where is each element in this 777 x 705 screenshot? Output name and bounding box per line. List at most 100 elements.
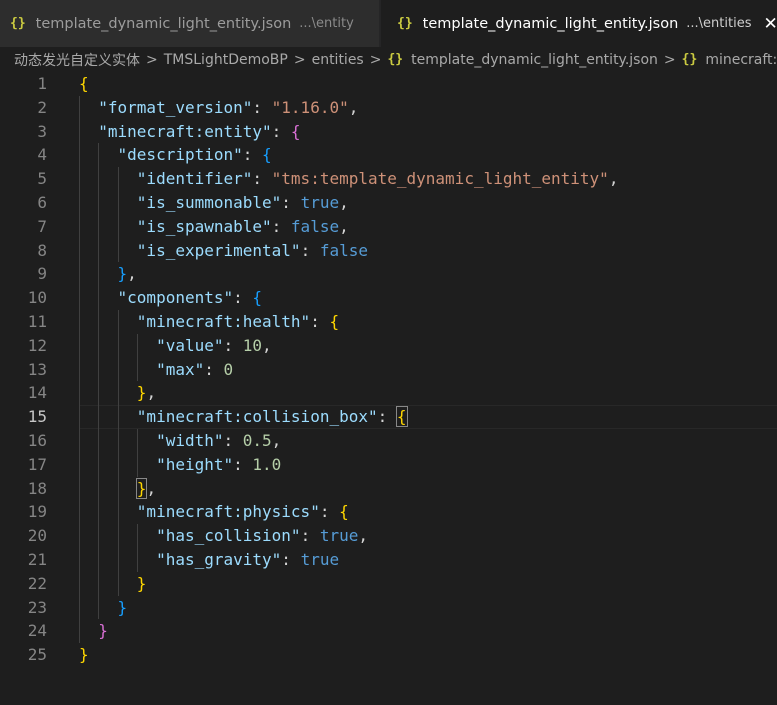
code-token: , xyxy=(146,478,157,498)
code-text: }, xyxy=(79,381,156,405)
line-number: 12 xyxy=(27,335,47,355)
code-token: "format_version" xyxy=(98,97,253,117)
code-line[interactable]: 25} xyxy=(0,643,777,667)
code-token: { xyxy=(290,121,301,141)
breadcrumb-item-symbol[interactable]: minecraft:entity xyxy=(705,52,777,68)
code-line[interactable]: 18 }, xyxy=(0,477,777,501)
code-text: "minecraft:collision_box": { xyxy=(79,405,408,429)
tab-entities-json[interactable]: {} template_dynamic_light_entity.json ..… xyxy=(381,0,777,47)
chevron-right-icon: > xyxy=(369,51,382,68)
tab-description: ...\entity xyxy=(299,16,354,31)
code-line[interactable]: 7 "is_spawnable": false, xyxy=(0,215,777,239)
code-line[interactable]: 14 }, xyxy=(0,381,777,405)
breadcrumb-item-root-folder[interactable]: 动态发光自定义实体 xyxy=(14,50,140,70)
tab-entity-json[interactable]: {} template_dynamic_light_entity.json ..… xyxy=(0,0,380,47)
chevron-right-icon: > xyxy=(146,51,158,68)
code-line[interactable]: 8 "is_experimental": false xyxy=(0,239,777,263)
code-token: "tms:template_dynamic_light_entity" xyxy=(271,169,609,189)
code-token: "components" xyxy=(117,288,234,308)
line-number: 25 xyxy=(27,645,47,665)
code-token: 0 xyxy=(223,359,234,379)
code-token: { xyxy=(395,406,408,428)
code-text: "value": 10, xyxy=(79,334,272,358)
code-token: "is_summonable" xyxy=(136,193,282,212)
line-number: 11 xyxy=(27,312,47,331)
code-line[interactable]: 4 "description": { xyxy=(0,143,777,167)
code-text: { xyxy=(79,72,89,96)
code-line[interactable]: 17 "height": 1.0 xyxy=(0,453,777,477)
json-file-icon: {} xyxy=(397,16,413,31)
code-text: } xyxy=(79,643,89,667)
code-line[interactable]: 16 "width": 0.5, xyxy=(0,429,777,453)
code-line[interactable]: 21 "has_gravity": true xyxy=(0,548,777,572)
code-token: "minecraft:health" xyxy=(136,312,311,331)
code-line[interactable]: 5 "identifier": "tms:template_dynamic_li… xyxy=(0,167,777,191)
close-icon[interactable]: ✕ xyxy=(763,14,777,34)
code-token: true xyxy=(300,550,340,569)
code-line[interactable]: 15 "minecraft:collision_box": { xyxy=(0,405,777,429)
code-token: true xyxy=(319,526,359,546)
code-line[interactable]: 11 "minecraft:health": { xyxy=(0,310,777,334)
code-line[interactable]: 10 "components": { xyxy=(0,286,777,310)
code-text: "has_gravity": true xyxy=(79,548,339,572)
code-line[interactable]: 12 "value": 10, xyxy=(0,334,777,358)
code-line[interactable]: 2 "format_version": "1.16.0", xyxy=(0,96,777,120)
code-token: 0.5 xyxy=(242,431,272,450)
code-line[interactable]: 6 "is_summonable": true, xyxy=(0,191,777,215)
code-line[interactable]: 19 "minecraft:physics": { xyxy=(0,500,777,524)
line-number: 10 xyxy=(27,288,47,308)
code-token: false xyxy=(290,216,340,236)
code-token: "is_experimental" xyxy=(136,240,301,260)
code-token: "minecraft:physics" xyxy=(136,502,320,522)
code-token: : xyxy=(281,550,301,569)
code-token: , xyxy=(348,97,359,117)
code-token: , xyxy=(262,335,272,355)
code-text: "height": 1.0 xyxy=(79,453,281,477)
code-text: "is_spawnable": false, xyxy=(79,215,349,239)
code-editor[interactable]: 1{2 "format_version": "1.16.0", 3 "minecr… xyxy=(0,72,777,705)
code-token: } xyxy=(117,597,128,617)
line-number: 1 xyxy=(37,74,47,93)
code-token: , xyxy=(146,383,157,403)
code-text: } xyxy=(79,619,108,643)
code-text: "is_summonable": true, xyxy=(79,191,349,215)
line-number: 8 xyxy=(37,240,47,260)
code-line[interactable]: 9 }, xyxy=(0,262,777,286)
code-line[interactable]: 22 } xyxy=(0,572,777,596)
line-number: 9 xyxy=(37,264,47,284)
code-token: "1.16.0" xyxy=(271,97,349,117)
object-symbol-icon: {} xyxy=(681,52,698,67)
json-file-icon: {} xyxy=(10,16,26,31)
code-line[interactable]: 24 } xyxy=(0,619,777,643)
code-text: "has_collision": true, xyxy=(79,524,368,548)
breadcrumb-item-file[interactable]: template_dynamic_light_entity.json xyxy=(411,52,658,68)
code-line[interactable]: 3 "minecraft:entity": { xyxy=(0,120,777,144)
line-number: 17 xyxy=(27,454,47,474)
code-token: } xyxy=(136,573,147,593)
code-token: : xyxy=(223,335,243,355)
code-token: { xyxy=(329,312,340,331)
code-token: : xyxy=(319,502,340,522)
code-line[interactable]: 13 "max": 0 xyxy=(0,358,777,382)
code-token: "max" xyxy=(156,359,205,379)
code-token: : xyxy=(242,145,263,165)
code-token: : xyxy=(223,431,243,450)
breadcrumb-item-pack-folder[interactable]: TMSLightDemoBP xyxy=(164,52,288,68)
breadcrumb: 动态发光自定义实体 > TMSLightDemoBP > entities > … xyxy=(0,47,777,72)
code-line[interactable]: 1{ xyxy=(0,72,777,96)
code-token: "width" xyxy=(156,431,224,450)
line-number: 21 xyxy=(27,550,47,569)
code-token: "identifier" xyxy=(136,169,253,189)
code-line[interactable]: 20 "has_collision": true, xyxy=(0,524,777,548)
code-token: { xyxy=(252,288,263,308)
code-token: : xyxy=(252,169,272,189)
code-line[interactable]: 23 } xyxy=(0,596,777,620)
breadcrumb-item-entities-folder[interactable]: entities xyxy=(312,52,364,68)
code-text: "minecraft:physics": { xyxy=(79,500,349,524)
